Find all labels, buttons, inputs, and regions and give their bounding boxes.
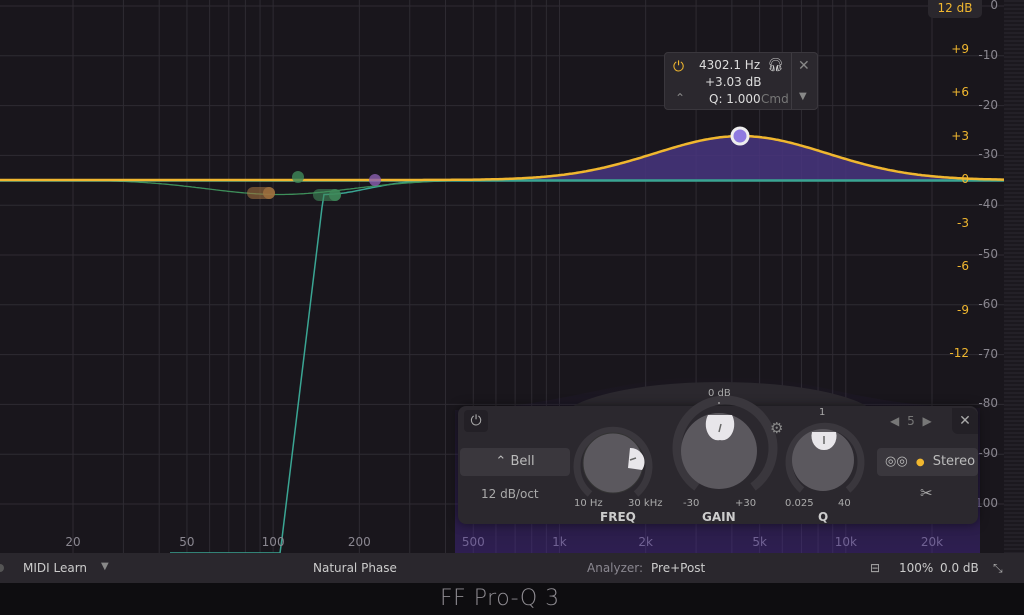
fullscreen-icon[interactable]: ⤡ (993, 561, 1003, 576)
q-center-label: 1 (819, 407, 826, 418)
gear-icon[interactable]: ⚙ (770, 419, 783, 437)
stereo-label: Stereo (932, 454, 976, 469)
freq-axis-label: 200 (347, 535, 371, 549)
band-popup: ⏻ 4302.1 Hz +3.03 dB ⌃ Q: 1.000 Cmd 🎧︎ ✕… (664, 52, 818, 110)
close-icon[interactable]: ✕ (798, 58, 810, 74)
output-meter (1004, 0, 1024, 553)
close-panel-button[interactable]: ✕ (952, 408, 978, 434)
freq-axis-label: 500 (461, 535, 485, 549)
frequency-value[interactable]: 4302.1 Hz (699, 58, 760, 72)
meter-scale-label: -60 (978, 296, 998, 311)
slope-selector[interactable]: 12 dB/oct (481, 487, 539, 501)
band-node-3[interactable] (292, 171, 304, 183)
zoom-value[interactable]: 100% (899, 561, 933, 575)
eq-scale-label: -3 (957, 215, 969, 230)
freq-title: FREQ (600, 510, 636, 524)
popup-divider (791, 53, 792, 109)
modifier-hint: Cmd (761, 92, 789, 106)
band-node-5[interactable] (730, 126, 750, 146)
scissors-icon[interactable]: ✂ (920, 484, 933, 502)
midi-indicator (0, 564, 4, 572)
eq-scale-label: -6 (957, 259, 969, 273)
filter-shape-button[interactable]: ⌃ Bell (460, 448, 570, 476)
footer: FF Pro-Q 3 (0, 583, 1024, 615)
collapse-icon[interactable]: ⊟ (870, 561, 880, 575)
gain-center-label: 0 dB (708, 388, 731, 399)
analyzer-selector[interactable]: Pre+Post (651, 561, 705, 575)
freq-min-label: 10 Hz (574, 498, 603, 509)
bell-shape-icon: ⌃ (495, 454, 507, 469)
stereo-placement-button[interactable]: ◎◎ ● Stereo (877, 448, 978, 476)
meter-scale-label: 0 (990, 0, 998, 12)
band-node-4[interactable] (369, 174, 381, 186)
freq-axis-label: 50 (179, 535, 195, 549)
freq-max-label: 30 kHz (628, 498, 663, 509)
status-bar: MIDI Learn ▼ Natural Phase Analyzer: Pre… (0, 553, 1024, 583)
output-gain-value[interactable]: 0.0 dB (940, 561, 979, 575)
midi-learn-button[interactable]: MIDI Learn (23, 561, 87, 575)
meter-scale-label: -70 (978, 346, 998, 361)
freq-axis-label: 5k (752, 535, 767, 549)
band-number: 5 (907, 414, 915, 428)
bell-shape-icon[interactable]: ⌃ (675, 91, 685, 105)
q-min-label: 0.025 (785, 498, 814, 509)
freq-axis-label: 1k (552, 535, 567, 549)
headphones-icon[interactable]: 🎧︎ (767, 58, 784, 73)
band-node-2[interactable] (247, 187, 275, 199)
dropdown-icon[interactable]: ▼ (799, 91, 807, 102)
meter-scale-label: -50 (978, 247, 998, 261)
gain-title: GAIN (702, 510, 736, 524)
freq-axis-label: 2k (638, 535, 653, 549)
freq-axis-label: 20 (65, 535, 81, 549)
next-band-icon[interactable]: ▶ (923, 414, 932, 428)
eq-display[interactable]: 12 dB +9 +6 +3 0 -3 -6 -9 -12 0 -10 -20 -30 -40 -50 -6… (0, 0, 1024, 553)
q-value[interactable]: Q: 1.000 (709, 92, 761, 106)
power-icon[interactable]: ⏻ (673, 59, 684, 75)
eq-curve-fill (0, 136, 1004, 180)
gain-max-label: +30 (735, 498, 757, 509)
gain-value[interactable]: +3.03 dB (705, 75, 761, 89)
meter-scale-label: -30 (978, 147, 998, 162)
q-title: Q (818, 510, 829, 524)
eq-scale-label: +3 (951, 128, 969, 143)
meter-scale-label: -40 (978, 197, 998, 212)
meter-scale-label: -10 (978, 47, 998, 62)
freq-axis-label: 20k (920, 535, 944, 549)
active-dot-icon: ● (915, 457, 925, 468)
phase-mode-selector[interactable]: Natural Phase (313, 561, 397, 575)
band-node-1[interactable] (313, 189, 341, 201)
shape-label: Bell (510, 454, 535, 469)
q-max-label: 40 (838, 498, 851, 509)
band-navigator: ◀ 5 ▶ (890, 414, 932, 428)
analyzer-label: Analyzer: (587, 561, 644, 575)
app-title: FF Pro-Q 3 (440, 586, 560, 611)
meter-scale-label: -20 (978, 97, 998, 112)
midi-dropdown-icon[interactable]: ▼ (101, 561, 109, 572)
gain-min-label: -30 (683, 498, 700, 509)
freq-axis-label: 10k (834, 535, 857, 549)
band-power-button[interactable]: ⏻ (464, 410, 488, 432)
freq-axis-label: 100 (261, 535, 285, 549)
eq-scale-label: 0 (961, 172, 969, 186)
prev-band-icon[interactable]: ◀ (890, 414, 899, 428)
stereo-icon: ◎◎ (885, 454, 908, 469)
